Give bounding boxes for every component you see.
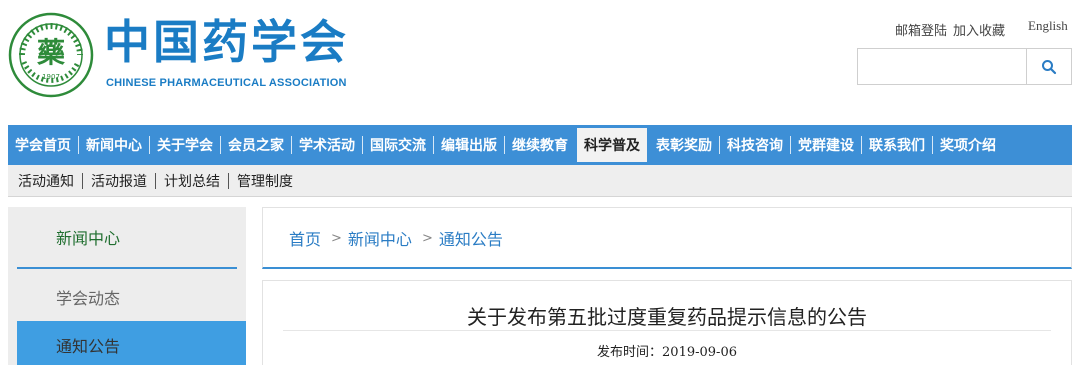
subnav-activity-reports[interactable]: 活动报道 — [83, 171, 155, 191]
article-panel: 关于发布第五批过度重复药品提示信息的公告 发布时间：2019-09-06 — [262, 280, 1072, 365]
sub-nav: 活动通知 活动报道 计划总结 管理制度 — [8, 165, 1072, 197]
logo-year: 1907 — [42, 73, 60, 81]
nav-science-popularization[interactable]: 科学普及 — [577, 128, 647, 162]
brand-name-en: CHINESE PHARMACEUTICAL ASSOCIATION — [106, 77, 347, 89]
nav-consulting[interactable]: 科技咨询 — [720, 125, 790, 165]
publish-date: 2019-09-06 — [662, 345, 737, 360]
subnav-activity-notices[interactable]: 活动通知 — [10, 171, 82, 191]
subnav-plan-summary[interactable]: 计划总结 — [156, 171, 228, 191]
nav-publishing[interactable]: 编辑出版 — [434, 125, 504, 165]
breadcrumb-home[interactable]: 首页 — [289, 226, 321, 250]
breadcrumb-notices[interactable]: 通知公告 — [439, 226, 503, 250]
article-title: 关于发布第五批过度重复药品提示信息的公告 — [467, 305, 867, 329]
breadcrumb-separator: > — [331, 231, 342, 246]
sidebar-divider — [17, 267, 237, 269]
breadcrumb-separator: > — [421, 231, 433, 246]
nav-contact[interactable]: 联系我们 — [862, 125, 932, 165]
sidebar-item-society-news[interactable]: 学会动态 — [56, 285, 120, 309]
svg-text:藥: 藥 — [36, 36, 65, 69]
article-meta: 发布时间：2019-09-06 — [263, 341, 1071, 360]
nav-education[interactable]: 继续教育 — [505, 125, 575, 165]
nav-about[interactable]: 关于学会 — [150, 125, 220, 165]
breadcrumb: 首页 > 新闻中心 > 通知公告 — [262, 207, 1072, 269]
add-favorite-link[interactable]: 加入收藏 — [953, 24, 1005, 39]
nav-awards[interactable]: 表彰奖励 — [649, 125, 719, 165]
main-nav: 学会首页 新闻中心 关于学会 会员之家 学术活动 国际交流 编辑出版 继续教育 … — [8, 125, 1072, 165]
nav-news-center[interactable]: 新闻中心 — [79, 125, 149, 165]
subnav-regulations[interactable]: 管理制度 — [229, 171, 301, 191]
search-button[interactable] — [1026, 48, 1072, 85]
nav-prize-intro[interactable]: 奖项介绍 — [933, 125, 1003, 165]
publish-time-label: 发布时间： — [597, 345, 663, 360]
nav-international[interactable]: 国际交流 — [363, 125, 433, 165]
search-icon — [1042, 59, 1057, 74]
search-input[interactable] — [857, 48, 1027, 85]
nav-academic[interactable]: 学术活动 — [292, 125, 362, 165]
email-login-link[interactable]: 邮箱登陆 — [895, 24, 947, 39]
nav-members[interactable]: 会员之家 — [221, 125, 291, 165]
sidebar-item-label: 通知公告 — [56, 337, 121, 356]
sidebar-title: 新闻中心 — [56, 229, 121, 248]
top-links: 邮箱登陆 加入收藏 — [895, 20, 1011, 39]
english-link[interactable]: English — [1028, 18, 1068, 34]
breadcrumb-news-center[interactable]: 新闻中心 — [348, 226, 412, 250]
article-divider — [283, 330, 1051, 331]
sidebar-item-notices[interactable]: 通知公告 — [17, 321, 246, 365]
association-logo[interactable]: 藥 1907 — [8, 12, 94, 98]
nav-party-building[interactable]: 党群建设 — [791, 125, 861, 165]
nav-home[interactable]: 学会首页 — [8, 125, 78, 165]
brand-name-cn[interactable]: 中国药学会 — [104, 14, 349, 70]
sidebar: 新闻中心 学会动态 通知公告 — [8, 207, 246, 365]
